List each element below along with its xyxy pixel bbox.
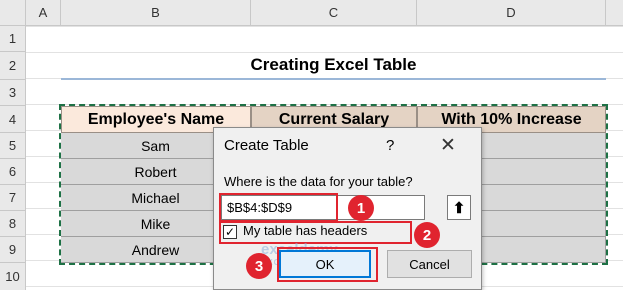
help-button[interactable]: ? [386, 137, 394, 154]
row-header-2[interactable]: 2 [0, 52, 26, 80]
collapse-dialog-icon[interactable]: ⬆ [447, 195, 471, 220]
step1-highlight [219, 193, 338, 222]
step3-highlight [277, 247, 378, 282]
range-prompt: Where is the data for your table? [224, 174, 413, 189]
step-badge-3: 3 [246, 253, 272, 279]
cancel-button[interactable]: Cancel [387, 250, 472, 278]
row-header-8[interactable]: 8 [0, 211, 26, 237]
step-badge-2: 2 [414, 222, 440, 248]
select-all-corner[interactable] [0, 0, 26, 26]
row-header-5[interactable]: 5 [0, 133, 26, 159]
row-header-3[interactable]: 3 [0, 80, 26, 106]
row-header-10[interactable]: 10 [0, 263, 26, 290]
column-header-b[interactable]: B [61, 0, 251, 26]
dialog-title: Create Table [224, 137, 309, 154]
title-underline [61, 78, 606, 80]
column-header-a[interactable]: A [26, 0, 61, 26]
column-header-e[interactable] [606, 0, 623, 26]
row-header-9[interactable]: 9 [0, 237, 26, 263]
column-header-d[interactable]: D [417, 0, 606, 26]
column-header-c[interactable]: C [251, 0, 417, 26]
row-header-1[interactable]: 1 [0, 26, 26, 52]
row-header-4[interactable]: 4 [0, 106, 26, 133]
close-icon[interactable]: ✕ [440, 134, 456, 157]
sheet-title[interactable]: Creating Excel Table [61, 55, 606, 77]
row-header-6[interactable]: 6 [0, 159, 26, 185]
step-badge-1: 1 [348, 195, 374, 221]
row-header-7[interactable]: 7 [0, 185, 26, 211]
